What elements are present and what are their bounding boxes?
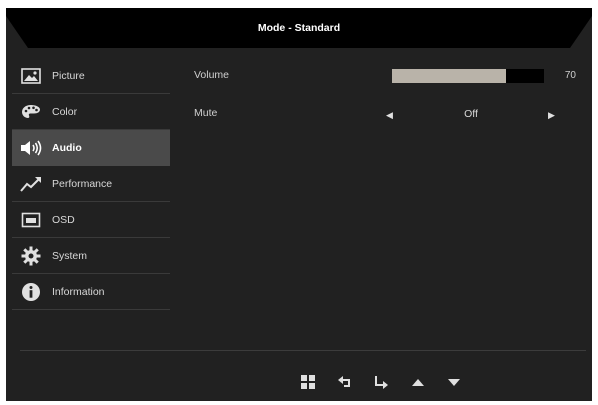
mode-title: Mode - Standard <box>257 22 341 34</box>
sidebar-item-label: OSD <box>52 213 75 226</box>
sidebar-item-label: Audio <box>52 141 82 154</box>
mute-left-arrow-icon[interactable]: ◀ <box>386 110 393 121</box>
mute-label: Mute <box>194 107 218 119</box>
info-icon <box>20 281 42 303</box>
mute-value: Off <box>464 108 478 120</box>
speaker-icon <box>20 137 42 159</box>
sidebar-item-audio[interactable]: Audio <box>12 130 170 166</box>
back-arrow-icon[interactable] <box>335 372 355 392</box>
sidebar-item-label: Color <box>52 105 78 118</box>
header-bar: Mode - Standard <box>6 8 592 48</box>
osd-window-icon <box>20 209 42 231</box>
sidebar-item-picture[interactable]: Picture <box>12 58 170 94</box>
volume-slider-fill <box>392 69 506 83</box>
volume-slider[interactable] <box>392 69 544 83</box>
picture-icon <box>20 65 42 87</box>
palette-icon <box>20 101 42 123</box>
sidebar-item-label: Performance <box>52 177 113 190</box>
sidebar-item-performance[interactable]: Performance <box>12 166 170 202</box>
sidebar-item-label: System <box>52 249 88 262</box>
osd-panel: Mode - Standard Picture Color Audio Perf… <box>6 8 592 401</box>
windows-grid-icon[interactable] <box>298 372 318 392</box>
sidebar-item-system[interactable]: System <box>12 238 170 274</box>
enter-arrow-icon[interactable] <box>371 372 391 392</box>
volume-value: 70 <box>564 70 576 81</box>
sidebar-menu: Picture Color Audio Performance OSD Syst… <box>12 58 170 310</box>
volume-label: Volume <box>194 69 230 81</box>
trend-up-icon <box>20 173 42 195</box>
footer-divider <box>20 350 586 351</box>
sidebar-item-osd[interactable]: OSD <box>12 202 170 238</box>
down-triangle-icon[interactable] <box>444 372 464 392</box>
sidebar-item-label: Picture <box>52 69 85 82</box>
sidebar-item-color[interactable]: Color <box>12 94 170 130</box>
sidebar-item-information[interactable]: Information <box>12 274 170 310</box>
up-triangle-icon[interactable] <box>408 372 428 392</box>
sidebar-item-label: Information <box>52 285 105 298</box>
gear-icon <box>20 245 42 267</box>
mute-right-arrow-icon[interactable]: ▶ <box>548 110 555 121</box>
